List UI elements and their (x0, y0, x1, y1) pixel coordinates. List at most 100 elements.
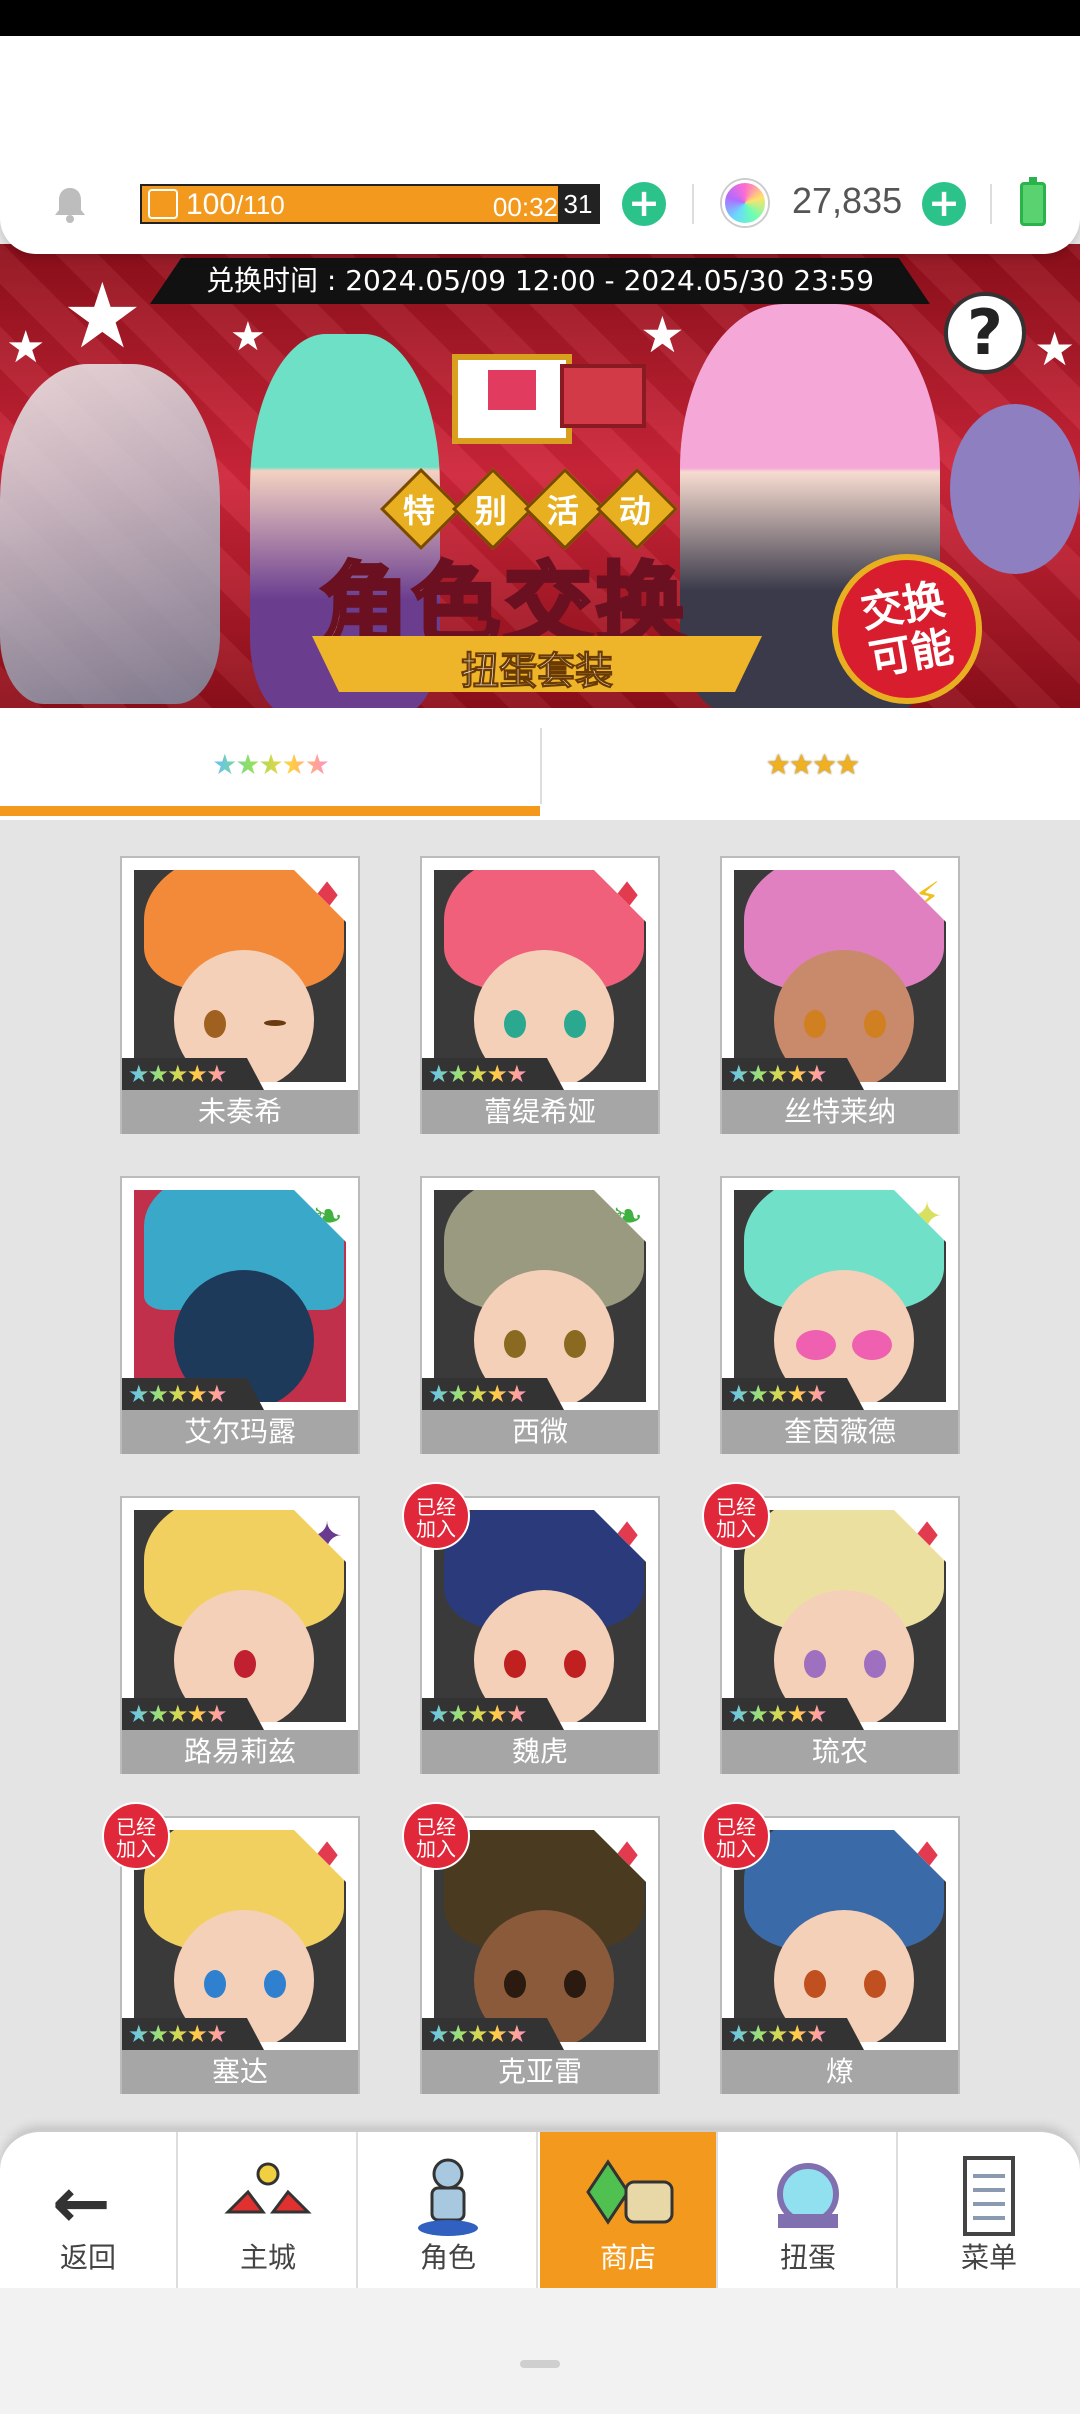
dragon-illustration (0, 364, 220, 704)
character-name: 西微 (422, 1410, 658, 1454)
gacha-icon (777, 2163, 839, 2228)
nav-castle[interactable]: 主城 (180, 2132, 358, 2290)
character-portrait (134, 1510, 346, 1722)
lightning-icon (148, 189, 178, 219)
tab-4-star[interactable]: ★★★★ (542, 708, 1080, 820)
ticket-icon (560, 364, 646, 428)
tab-5-star[interactable]: ★★★★★ (0, 708, 540, 820)
character-card[interactable]: ❧ ★★★★★ 艾尔玛露 (120, 1176, 360, 1454)
exchange-time: 兑换时间 : 2024.05/09 12:00 - 2024.05/30 23:… (150, 258, 930, 304)
character-name: 丝特莱纳 (722, 1090, 958, 1134)
joined-badge: 已经 加入 (402, 1802, 470, 1870)
character-name: 燎 (722, 2050, 958, 2094)
rarity-stars: ★★★★★ (122, 1698, 264, 1730)
character-card[interactable]: 已经 加入 ♦ ★★★★★ 克亚雷 (402, 1802, 660, 2094)
star-decoration-icon: ★ (640, 306, 685, 364)
rarity-tabs: ★★★★★ ★★★★ (0, 708, 1080, 820)
add-gems-button[interactable]: + (922, 182, 966, 226)
rarity-stars: ★★★★★ (722, 1378, 864, 1410)
system-navigation-area (0, 2288, 1080, 2414)
character-name: 路易莉兹 (122, 1730, 358, 1774)
character-portrait (134, 870, 346, 1082)
nav-character[interactable]: 角色 (360, 2132, 538, 2290)
rarity-stars: ★★★★★ (122, 1378, 264, 1410)
home-indicator[interactable] (520, 2360, 560, 2368)
character-portrait (734, 1830, 946, 2042)
rarity-stars: ★★★★★ (722, 2018, 864, 2050)
back-arrow-icon: ← (52, 2162, 111, 2244)
character-name: 艾尔玛露 (122, 1410, 358, 1454)
menu-list-icon (963, 2156, 1015, 2236)
character-name: 琉农 (722, 1730, 958, 1774)
mascot-illustration (950, 404, 1080, 574)
help-button[interactable]: ? (944, 292, 1026, 374)
character-portrait (734, 1190, 946, 1402)
event-banner: ★ ★ ★ ★ ★ 兑换时间 : 2024.05/09 12:00 - 2024… (0, 244, 1080, 708)
joined-badge: 已经 加入 (102, 1802, 170, 1870)
nav-menu[interactable]: 菜单 (900, 2132, 1078, 2290)
five-star-icon: ★★★★★ (212, 747, 330, 781)
character-card[interactable]: 已经 加入 ♦ ★★★★★ 燎 (702, 1802, 960, 2094)
rarity-stars: ★★★★★ (422, 1698, 564, 1730)
bell-icon[interactable] (48, 182, 92, 226)
character-grid: ♦ ★★★★★ 未奏希 ♦ ★★★★★ 蕾缇希娅 ⚡ ★★★★★ 丝特莱纳 ❧ … (0, 820, 1080, 2136)
castle-icon (224, 2162, 312, 2214)
character-name: 克亚雷 (422, 2050, 658, 2094)
star-decoration-icon: ★ (6, 322, 46, 373)
rarity-stars: ★★★★★ (722, 1058, 864, 1090)
banner-subtitle: 扭蛋套装 (460, 649, 613, 694)
divider (990, 184, 992, 224)
character-card[interactable]: ♦ ★★★★★ 蕾缇希娅 (420, 856, 660, 1134)
character-portrait (134, 1190, 346, 1402)
add-stamina-button[interactable]: + (622, 182, 666, 226)
rarity-stars: ★★★★★ (422, 1378, 564, 1410)
character-portrait (734, 1510, 946, 1722)
stamina-timer-seconds: 31 (558, 186, 598, 222)
star-decoration-icon: ★ (62, 264, 143, 369)
character-card[interactable]: ❧ ★★★★★ 西微 (420, 1176, 660, 1454)
stamina-bar: 100/110 00:32 31 (140, 184, 600, 224)
shop-icon (586, 2159, 674, 2225)
star-decoration-icon: ★ (230, 314, 266, 360)
event-tags: 特 别 活 动 (379, 467, 679, 551)
character-name: 奎茵薇德 (722, 1410, 958, 1454)
character-card[interactable]: ♦ ★★★★★ 未奏希 (120, 856, 360, 1134)
joined-badge: 已经 加入 (702, 1482, 770, 1550)
rarity-stars: ★★★★★ (422, 1058, 564, 1090)
character-name: 塞达 (122, 2050, 358, 2094)
nav-back[interactable]: ← 返回 (0, 2132, 178, 2290)
character-name: 蕾缇希娅 (422, 1090, 658, 1134)
character-portrait (434, 870, 646, 1082)
active-tab-indicator (0, 806, 540, 816)
rarity-stars: ★★★★★ (422, 2018, 564, 2050)
stamina-value: 100/110 (186, 188, 285, 221)
character-card[interactable]: 已经 加入 ♦ ★★★★★ 魏虎 (402, 1482, 660, 1774)
character-card[interactable]: 已经 加入 ♦ ★★★★★ 琉农 (702, 1482, 960, 1774)
character-portrait (434, 1510, 646, 1722)
rainbow-gem-icon (722, 180, 768, 226)
nav-shop[interactable]: 商店 (540, 2132, 718, 2290)
stamina-timer: 00:32 (492, 192, 558, 222)
character-portrait (734, 870, 946, 1082)
four-star-icon: ★★★★ (765, 747, 860, 781)
rarity-stars: ★★★★★ (122, 1058, 264, 1090)
character-card[interactable]: ✦ ★★★★★ 奎茵薇德 (720, 1176, 960, 1454)
character-portrait (134, 1830, 346, 2042)
nav-gacha[interactable]: 扭蛋 (720, 2132, 898, 2290)
character-card[interactable]: ✦ ★★★★★ 路易莉兹 (120, 1496, 360, 1774)
battery-icon (1020, 177, 1046, 226)
joined-badge: 已经 加入 (402, 1482, 470, 1550)
character-portrait (434, 1830, 646, 2042)
character-name: 未奏希 (122, 1090, 358, 1134)
gem-count: 27,835 (792, 180, 903, 221)
character-icon (418, 2158, 478, 2236)
mail-icon (452, 354, 572, 444)
joined-badge: 已经 加入 (702, 1802, 770, 1870)
character-name: 魏虎 (422, 1730, 658, 1774)
character-card[interactable]: 已经 加入 ♦ ★★★★★ 塞达 (102, 1802, 360, 2094)
character-card[interactable]: ⚡ ★★★★★ 丝特莱纳 (720, 856, 960, 1134)
divider (692, 184, 694, 224)
system-status-bar (0, 0, 1080, 36)
star-decoration-icon: ★ (1034, 322, 1076, 376)
rarity-stars: ★★★★★ (722, 1698, 864, 1730)
